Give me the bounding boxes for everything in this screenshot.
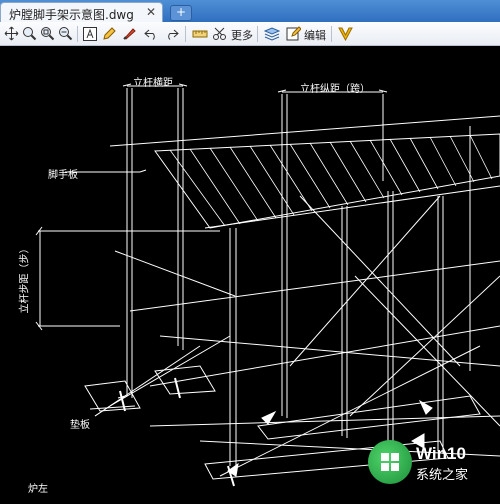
zoom-window-icon[interactable]	[38, 24, 57, 43]
tab-bar: 炉膛脚手架示意图.dwg ✕ +	[0, 0, 500, 22]
redo-icon[interactable]	[162, 24, 181, 43]
edit-button[interactable]: 编辑	[304, 27, 326, 43]
watermark: Win10 系统之家	[368, 440, 496, 484]
tab-document[interactable]: 炉膛脚手架示意图.dwg ✕	[0, 2, 163, 22]
label-pad-board: 垫板	[70, 420, 90, 431]
label-pole-step: 立杆步距（步）	[19, 243, 31, 314]
undo-icon[interactable]	[142, 24, 161, 43]
label-pole-transverse: 立杆横距	[133, 78, 173, 89]
more-button[interactable]: 更多	[231, 27, 253, 43]
toolbar-divider	[77, 26, 78, 42]
close-icon[interactable]: ✕	[146, 5, 156, 19]
brush-icon[interactable]	[120, 24, 139, 43]
layers-icon[interactable]	[262, 24, 281, 43]
edit-icon[interactable]	[284, 24, 303, 43]
new-tab-button[interactable]: +	[170, 5, 192, 21]
label-corner: 炉左	[28, 484, 48, 495]
toolbar: 更多 编辑	[0, 22, 500, 46]
scaffold-board	[154, 133, 500, 229]
label-pole-longitudinal: 立杆纵距（跨）	[300, 84, 370, 95]
toolbar-divider	[185, 26, 186, 42]
pan-icon[interactable]	[2, 24, 21, 43]
base-board-right	[257, 395, 481, 440]
text-icon[interactable]	[80, 24, 99, 43]
watermark-site: 系统之家	[416, 467, 469, 482]
toolbar-divider	[331, 26, 332, 42]
scaffold-drawing	[35, 83, 500, 487]
scissors-icon[interactable]	[210, 24, 229, 43]
label-scaffold-board: 脚手板	[48, 170, 78, 181]
measure-icon[interactable]	[190, 24, 209, 43]
vip-icon[interactable]	[336, 24, 355, 43]
pole-left	[126, 88, 133, 398]
zoom-realtime-icon[interactable]	[20, 24, 39, 43]
tab-title: 炉膛脚手架示意图.dwg	[9, 8, 134, 22]
pencil-icon[interactable]	[100, 24, 119, 43]
toolbar-divider	[257, 26, 258, 42]
win10-logo-icon	[368, 440, 412, 484]
zoom-extents-icon[interactable]	[56, 24, 75, 43]
watermark-brand: Win10	[416, 444, 466, 463]
drawing-canvas[interactable]: 立杆横距 立杆纵距（跨） 脚手板 立杆步距（步） 垫板 炉左	[0, 46, 500, 500]
ledger-line	[109, 115, 500, 147]
